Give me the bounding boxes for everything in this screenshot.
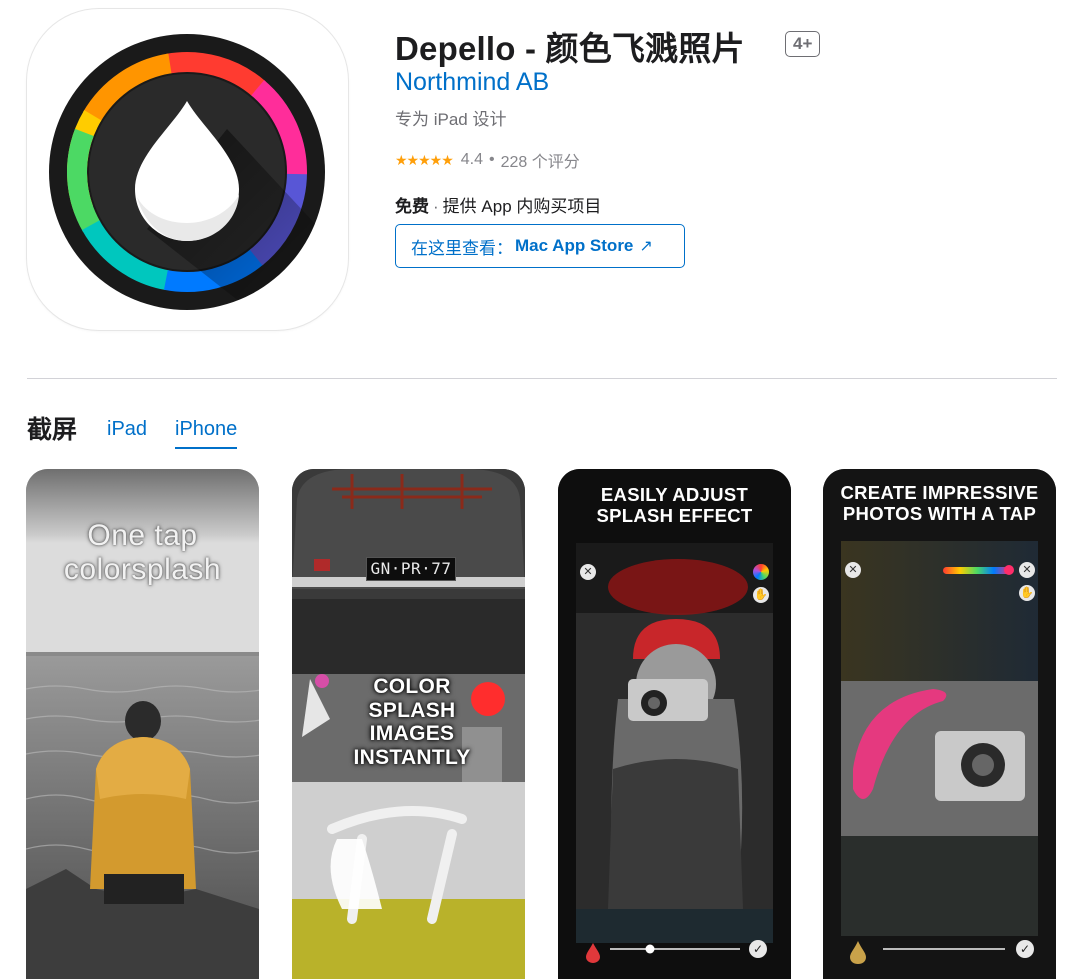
license-plate: GN·PR·77 (366, 557, 456, 581)
close-icon: ✕ (1019, 562, 1035, 578)
section-divider (27, 378, 1057, 379)
checkmark-icon: ✓ (1016, 940, 1034, 958)
color-wheel-icon (753, 564, 769, 580)
mac-store-prefix: 在这里查看： (411, 238, 513, 258)
color-wheel-droplet-icon (49, 34, 325, 310)
mac-app-store-button[interactable]: 在这里查看： Mac App Store ↗ (395, 224, 685, 268)
screenshots-title: 截屏 (27, 416, 78, 444)
screenshot-1[interactable]: One tap colorsplash (26, 469, 259, 979)
screenshot-3[interactable]: EASILY ADJUST SPLASH EFFECT ✕ ✋ ✓ (558, 469, 791, 979)
hand-icon: ✋ (753, 587, 769, 603)
screenshot-1-caption: One tap colorsplash (63, 519, 222, 586)
close-icon: ✕ (845, 562, 861, 578)
screenshot-3-caption: EASILY ADJUST SPLASH EFFECT (596, 484, 753, 526)
app-icon (27, 9, 348, 330)
close-icon: ✕ (580, 564, 596, 580)
price-label: 免费 (395, 197, 429, 216)
screenshot-2-caption: COLOR SPLASH IMAGES INSTANTLY (353, 675, 471, 769)
age-rating-badge: 4+ (785, 31, 821, 57)
platform-label: 专为 iPad 设计 (395, 110, 507, 129)
star-rating-icon: ★★★★★ (395, 151, 454, 168)
app-title: Depello - 颜色飞溅照片 (395, 30, 745, 67)
screenshot-4[interactable]: CREATE IMPRESSIVE PHOTOS WITH A TAP ✕ ✕ … (823, 469, 1056, 979)
mac-store-name: Mac App Store (515, 236, 634, 255)
screenshot-3-image (558, 469, 791, 979)
rating-value: 4.4 (460, 151, 484, 168)
in-app-purchase-note: 提供 App 内购买项目 (442, 197, 602, 216)
tab-iphone[interactable]: iPhone (175, 418, 238, 449)
developer-link[interactable]: Northmind AB (395, 68, 549, 97)
tab-ipad[interactable]: iPad (107, 418, 147, 441)
price-row: 免费 · 提供 App 内购买项目 (395, 192, 601, 217)
rating-separator: • (489, 151, 495, 168)
rating-row: ★★★★★ 4.4 • 228 个评分 (395, 148, 580, 172)
checkmark-icon: ✓ (749, 940, 767, 958)
arrow-up-right-icon: ↗ (639, 238, 653, 255)
screenshot-2[interactable]: GN·PR·77 COLOR SPLASH IMAGES INSTANTLY (292, 469, 525, 979)
screenshot-4-image (823, 469, 1056, 979)
rating-count: 228 个评分 (500, 154, 580, 171)
hand-icon: ✋ (1019, 585, 1035, 601)
screenshot-4-caption: CREATE IMPRESSIVE PHOTOS WITH A TAP (840, 482, 1039, 524)
price-separator: · (433, 197, 439, 216)
